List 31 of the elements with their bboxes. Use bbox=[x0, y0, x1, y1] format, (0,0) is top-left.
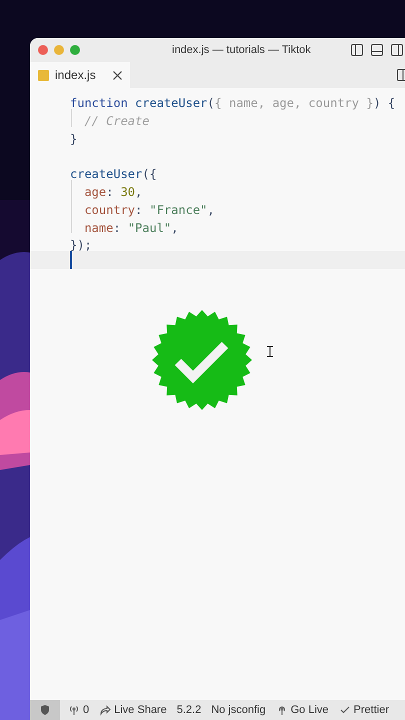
code-line: createUser({ bbox=[70, 167, 157, 182]
code-line: } bbox=[70, 132, 78, 146]
i-beam-cursor-icon bbox=[267, 346, 273, 357]
status-item[interactable]: Live Share bbox=[99, 702, 167, 718]
javascript-file-icon bbox=[38, 70, 49, 80]
code-line: // Create bbox=[83, 114, 150, 128]
code-line: country: "France", bbox=[83, 202, 215, 217]
status-item[interactable]: 5.2.2 bbox=[176, 702, 202, 718]
shield-icon bbox=[39, 704, 51, 716]
antenna-icon bbox=[68, 704, 80, 716]
check-icon bbox=[338, 704, 351, 716]
status-item[interactable]: 0 bbox=[68, 702, 90, 718]
panel-layout-icon[interactable] bbox=[351, 44, 363, 56]
panel-layout-icon[interactable] bbox=[371, 44, 383, 56]
editor-tab[interactable]: index.js bbox=[30, 62, 130, 88]
verified-badge-icon bbox=[152, 310, 252, 410]
text-cursor bbox=[70, 251, 72, 269]
status-item[interactable]: Prettier bbox=[338, 702, 389, 718]
code-line: age: 30, bbox=[83, 184, 142, 199]
window-title: index.js — tutorials — Tiktok bbox=[172, 42, 311, 58]
share-arrow-icon bbox=[99, 704, 112, 716]
status-item[interactable]: Go Live bbox=[276, 702, 329, 718]
close-tab-icon[interactable] bbox=[113, 70, 122, 80]
remote-indicator[interactable] bbox=[30, 700, 60, 720]
panel-layout-icon[interactable] bbox=[391, 44, 403, 56]
code-line: function createUser({ name, age, country }) { bbox=[70, 96, 396, 110]
tab-label: index.js bbox=[55, 67, 96, 84]
code-line: }); bbox=[70, 238, 92, 252]
status-item[interactable]: No jsconfig bbox=[211, 702, 266, 718]
code-line: name: "Paul", bbox=[83, 220, 178, 235]
close-window-icon[interactable] bbox=[38, 45, 48, 55]
